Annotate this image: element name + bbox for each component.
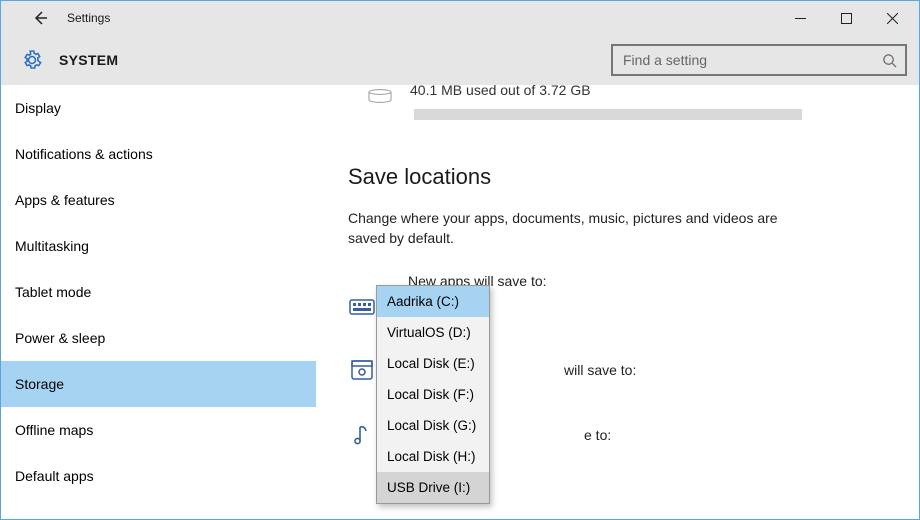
window-title: Settings [57, 11, 110, 25]
save-row-music-label-fragment: e to: [584, 427, 611, 443]
sidebar: Display Notifications & actions Apps & f… [1, 85, 316, 519]
dropdown-option[interactable]: Aadrika (C:) [377, 286, 489, 317]
storage-usage-bar [414, 109, 802, 120]
close-button[interactable] [869, 1, 915, 35]
content-pane: 40.1 MB used out of 3.72 GB Save locatio… [316, 85, 919, 519]
documents-icon [348, 359, 376, 381]
sidebar-item-storage[interactable]: Storage [1, 361, 316, 407]
sidebar-item-offline-maps[interactable]: Offline maps [1, 407, 316, 453]
dropdown-option[interactable]: Local Disk (G:) [377, 410, 489, 441]
sidebar-item-default-apps[interactable]: Default apps [1, 453, 316, 499]
music-icon [348, 423, 376, 447]
search-input[interactable] [623, 52, 882, 68]
main-area: Display Notifications & actions Apps & f… [1, 85, 919, 519]
header-row: SYSTEM [1, 35, 919, 85]
save-row-documents-label-fragment: will save to: [564, 362, 636, 378]
maximize-icon [841, 13, 852, 24]
dropdown-option[interactable]: VirtualOS (D:) [377, 317, 489, 348]
dropdown-option[interactable]: Local Disk (H:) [377, 441, 489, 472]
title-bar: Settings [1, 1, 919, 35]
dropdown-option[interactable]: Local Disk (E:) [377, 348, 489, 379]
sidebar-item-display[interactable]: Display [1, 85, 316, 131]
back-arrow-icon [31, 9, 49, 27]
dropdown-option[interactable]: Local Disk (F:) [377, 379, 489, 410]
save-location-dropdown[interactable]: Aadrika (C:) VirtualOS (D:) Local Disk (… [376, 285, 490, 504]
sidebar-item-notifications[interactable]: Notifications & actions [1, 131, 316, 177]
minimize-icon [795, 13, 806, 24]
category-heading: SYSTEM [45, 52, 118, 68]
storage-usage-row: 40.1 MB used out of 3.72 GB [348, 85, 919, 107]
back-button[interactable] [23, 1, 57, 35]
sidebar-item-apps-features[interactable]: Apps & features [1, 177, 316, 223]
close-icon [887, 13, 898, 24]
search-box[interactable] [611, 44, 907, 76]
search-icon [882, 53, 897, 68]
sidebar-item-multitasking[interactable]: Multitasking [1, 223, 316, 269]
maximize-button[interactable] [823, 1, 869, 35]
apps-icon [348, 297, 376, 317]
sidebar-item-power-sleep[interactable]: Power & sleep [1, 315, 316, 361]
section-title: Save locations [348, 164, 919, 190]
sidebar-item-tablet-mode[interactable]: Tablet mode [1, 269, 316, 315]
section-description: Change where your apps, documents, music… [348, 208, 818, 249]
disk-icon [368, 89, 392, 103]
minimize-button[interactable] [777, 1, 823, 35]
storage-usage-text: 40.1 MB used out of 3.72 GB [410, 85, 591, 98]
settings-gear-icon [19, 47, 45, 73]
dropdown-option[interactable]: USB Drive (I:) [377, 472, 489, 503]
